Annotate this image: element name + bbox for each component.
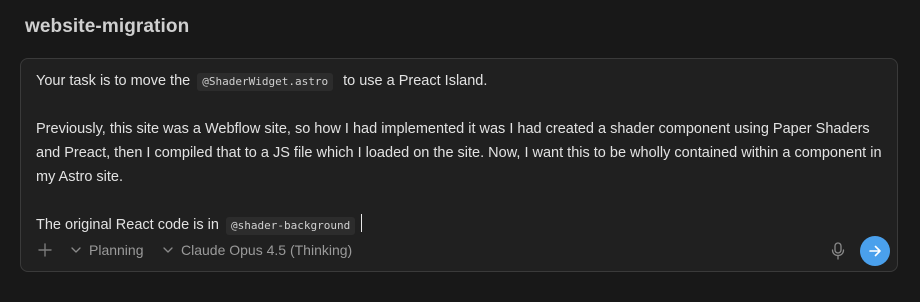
send-button[interactable] — [860, 236, 890, 266]
prompt-text: to use a Preact Island. — [343, 73, 488, 89]
add-context-button[interactable] — [34, 239, 56, 261]
file-mention-chip[interactable]: @ShaderWidget.astro — [197, 73, 334, 91]
page: website-migration Your task is to move t… — [0, 0, 920, 302]
chevron-down-icon — [163, 247, 173, 253]
model-label: Claude Opus 4.5 (Thinking) — [181, 242, 353, 258]
prompt-line-1: Your task is to move the @ShaderWidget.a… — [36, 69, 886, 93]
voice-input-button[interactable] — [827, 240, 849, 262]
composer-toolbar: Planning Claude Opus 4.5 (Thinking) — [21, 233, 897, 271]
model-selector[interactable]: Claude Opus 4.5 (Thinking) — [163, 242, 352, 258]
prompt-paragraph-2: Previously, this site was a Webflow site… — [36, 121, 882, 185]
prompt-text: The original React code is in — [36, 217, 219, 233]
prompt-input[interactable]: Your task is to move the @ShaderWidget.a… — [36, 69, 886, 237]
mode-label: Planning — [89, 242, 144, 258]
arrow-right-icon — [869, 245, 881, 257]
text-caret — [361, 214, 363, 232]
mode-selector[interactable]: Planning — [71, 242, 144, 258]
message-composer[interactable]: Your task is to move the @ShaderWidget.a… — [20, 58, 898, 272]
microphone-icon — [831, 242, 845, 260]
plus-icon — [38, 243, 52, 257]
project-title: website-migration — [25, 16, 190, 37]
prompt-text: Your task is to move the — [36, 73, 191, 89]
chevron-down-icon — [71, 247, 81, 253]
